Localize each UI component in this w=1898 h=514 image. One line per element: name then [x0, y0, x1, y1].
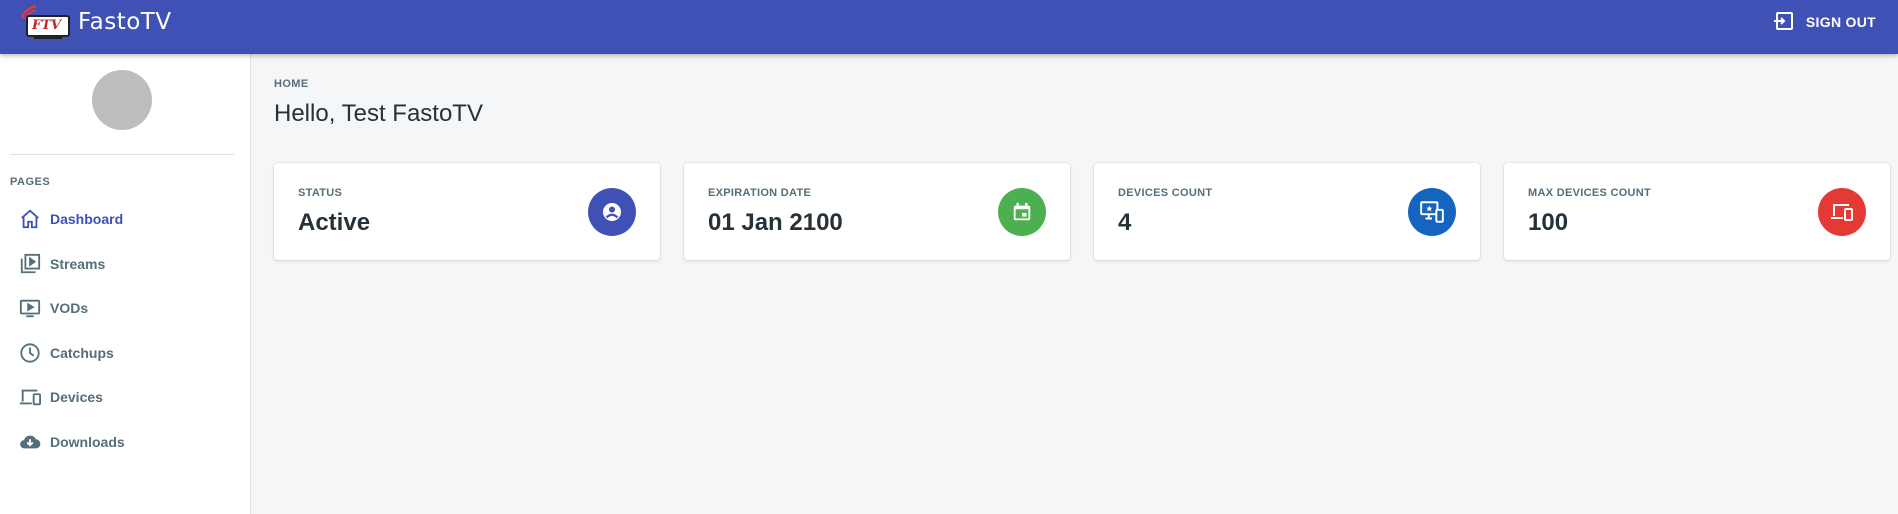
status-card: STATUS Active — [274, 163, 660, 260]
home-icon — [18, 207, 42, 231]
card-label: MAX DEVICES COUNT — [1528, 187, 1652, 199]
video-library-icon — [18, 252, 42, 276]
sidebar-item-streams[interactable]: Streams — [10, 242, 240, 287]
app-logo[interactable]: FTV FastoTV — [20, 0, 172, 44]
card-value: 100 — [1528, 209, 1569, 236]
app-name: FastoTV — [78, 9, 172, 35]
sidebar-nav: Dashboard Streams VODs Catchups Devices … — [10, 197, 240, 464]
sidebar-item-label: VODs — [50, 300, 89, 317]
sidebar-item-label: Catchups — [50, 344, 114, 361]
avatar[interactable] — [92, 70, 152, 130]
tv-play-icon — [18, 296, 42, 320]
sidebar-item-label: Streams — [50, 255, 106, 272]
sidebar-item-dashboard[interactable]: Dashboard — [10, 197, 240, 242]
devices-count-card: DEVICES COUNT 4 — [1094, 163, 1480, 260]
card-label: STATUS — [298, 187, 343, 199]
ftv-logo-icon: FTV — [20, 4, 72, 40]
sign-out-button[interactable]: SIGN OUT — [1766, 6, 1882, 38]
connected-tv-icon — [1408, 188, 1456, 236]
sign-out-label: SIGN OUT — [1805, 14, 1876, 30]
cloud-download-icon — [18, 430, 42, 454]
breadcrumb: HOME — [274, 78, 309, 90]
page-title: Hello, Test FastoTV — [274, 100, 483, 127]
card-label: EXPIRATION DATE — [708, 187, 812, 199]
main-content: HOME Hello, Test FastoTV STATUS Active E… — [274, 54, 1898, 514]
sidebar-item-label: Devices — [50, 389, 103, 406]
sidebar: PAGES Dashboard Streams VODs Catchups De… — [0, 54, 251, 514]
card-value: 4 — [1118, 209, 1132, 236]
card-value: Active — [298, 209, 371, 236]
devices-icon — [18, 385, 42, 409]
sidebar-item-vods[interactable]: VODs — [10, 286, 240, 331]
sidebar-item-devices[interactable]: Devices — [10, 375, 240, 420]
sign-out-icon — [1772, 9, 1796, 36]
top-app-bar: FTV FastoTV SIGN OUT — [0, 0, 1898, 54]
devices-icon — [1818, 188, 1866, 236]
sidebar-item-catchups[interactable]: Catchups — [10, 331, 240, 376]
sidebar-divider — [10, 154, 234, 155]
max-devices-count-card: MAX DEVICES COUNT 100 — [1504, 163, 1890, 260]
sidebar-section-label: PAGES — [10, 176, 51, 188]
sidebar-item-label: Downloads — [50, 433, 125, 450]
logo-text: FTV — [32, 18, 61, 33]
clock-icon — [18, 341, 42, 365]
sidebar-item-downloads[interactable]: Downloads — [10, 420, 240, 465]
calendar-icon — [998, 188, 1046, 236]
card-value: 01 Jan 2100 — [708, 209, 843, 236]
sidebar-item-label: Dashboard — [50, 211, 124, 228]
account-circle-icon — [588, 188, 636, 236]
card-label: DEVICES COUNT — [1118, 187, 1213, 199]
expiration-date-card: EXPIRATION DATE 01 Jan 2100 — [684, 163, 1070, 260]
